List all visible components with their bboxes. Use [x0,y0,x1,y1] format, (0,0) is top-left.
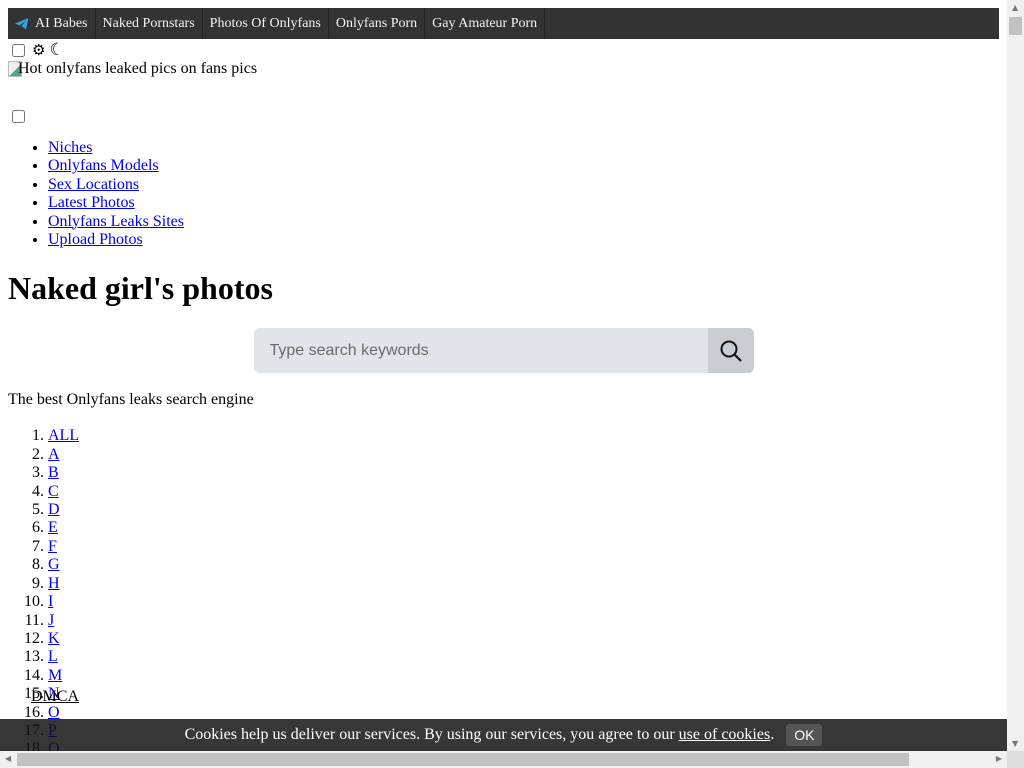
alphabet-link-f[interactable]: F [48,538,57,555]
theme-toggle: ⚙ ☾ [8,39,999,61]
alphabet-item: ALL [48,427,999,445]
page-viewport: AI Babes Naked Pornstars Photos Of Onlyf… [0,0,1007,751]
alphabet-item: H [48,575,999,593]
scroll-left-arrow-icon[interactable]: ◀ [5,754,11,763]
cookie-banner: Cookies help us deliver our services. By… [0,719,1007,751]
search-icon [720,340,742,362]
alphabet-link-d[interactable]: D [48,501,60,518]
alphabet-link-a[interactable]: A [48,446,60,463]
horizontal-scrollbar[interactable]: ◀ ▶ [0,751,1007,768]
alphabet-item: C [48,483,999,501]
topnav-ai-babes[interactable]: AI Babes [8,8,96,39]
tagline: The best Onlyfans leaks search engine [8,391,254,409]
search-input[interactable] [253,328,708,374]
menu-item-onlyfans-models[interactable]: Onlyfans Models [48,157,159,174]
alphabet-link-all[interactable]: ALL [48,427,79,444]
page-title: Naked girl's photos [8,270,273,307]
alphabet-item: K [48,630,999,648]
alphabet-link-h[interactable]: H [48,575,60,592]
alphabet-link-c[interactable]: C [48,483,59,500]
alphabet-link-k[interactable]: K [48,630,60,647]
alphabet-link-b[interactable]: B [48,464,59,481]
alphabet-item: I [48,593,999,611]
alphabet-item: E [48,519,999,537]
menu-item-upload-photos[interactable]: Upload Photos [48,231,143,248]
alphabet-item: J [48,612,999,630]
dmca-link[interactable]: DMCA [31,688,79,706]
menu-item-sex-locations[interactable]: Sex Locations [48,176,139,193]
telegram-icon [15,17,29,29]
moon-icon[interactable]: ☾ [49,40,64,60]
site-logo[interactable]: Hot onlyfans leaked pics on fans pics [8,60,999,77]
alphabet-link-j[interactable]: J [48,612,54,629]
alphabet-item: G [48,556,999,574]
alphabet-item: M [48,667,999,685]
alphabet-link-o[interactable]: O [48,704,60,721]
cookie-text: Cookies help us deliver our services. By… [184,726,675,743]
cookie-ok-button[interactable]: OK [786,724,823,746]
scroll-down-arrow-icon[interactable]: ▼ [1012,739,1018,748]
alphabet-link-l[interactable]: L [48,648,58,665]
horizontal-scroll-thumb[interactable] [17,753,909,766]
main-menu: Niches Onlyfans Models Sex Locations Lat… [8,139,999,249]
menu-item-latest-photos[interactable]: Latest Photos [48,194,135,211]
scrollbar-corner [1007,751,1024,768]
alphabet-item: L [48,648,999,666]
alphabet-list: ALLABCDEFGHIJKLMNOPQ [8,427,999,751]
logo-alt-text: Hot onlyfans leaked pics on fans pics [18,60,258,77]
alphabet-link-e[interactable]: E [48,519,58,536]
cookie-period: . [770,726,775,743]
theme-checkbox[interactable] [12,43,25,57]
search-form [253,328,754,374]
alphabet-link-i[interactable]: I [48,593,53,610]
topnav-photos-of-onlyfans[interactable]: Photos Of Onlyfans [203,8,329,39]
alphabet-link-m[interactable]: M [48,667,62,684]
scroll-right-arrow-icon[interactable]: ▶ [996,754,1002,763]
topnav-gay-amateur-porn[interactable]: Gay Amateur Porn [425,8,546,39]
alphabet-link-g[interactable]: G [48,556,60,573]
search-button[interactable] [707,328,754,374]
alphabet-item: D [48,501,999,519]
topnav-label: AI Babes [35,16,88,31]
topnav-naked-pornstars[interactable]: Naked Pornstars [96,8,203,39]
menu-toggle-checkbox[interactable] [12,110,25,123]
alphabet-item: B [48,464,999,482]
vertical-scroll-thumb[interactable] [1009,17,1022,35]
topnav-onlyfans-porn[interactable]: Onlyfans Porn [329,8,426,39]
alphabet-item: F [48,538,999,556]
top-navigation: AI Babes Naked Pornstars Photos Of Onlyf… [8,8,999,39]
cookie-policy-link[interactable]: use of cookies [679,726,771,744]
alphabet-item: N [48,685,999,703]
vertical-scrollbar[interactable]: ▲ ▼ [1007,0,1024,751]
menu-item-niches[interactable]: Niches [48,139,92,156]
scroll-up-arrow-icon[interactable]: ▲ [1012,3,1018,12]
alphabet-item: A [48,446,999,464]
sun-gear-icon[interactable]: ⚙ [32,41,45,59]
menu-item-leaks-sites[interactable]: Onlyfans Leaks Sites [48,213,184,230]
